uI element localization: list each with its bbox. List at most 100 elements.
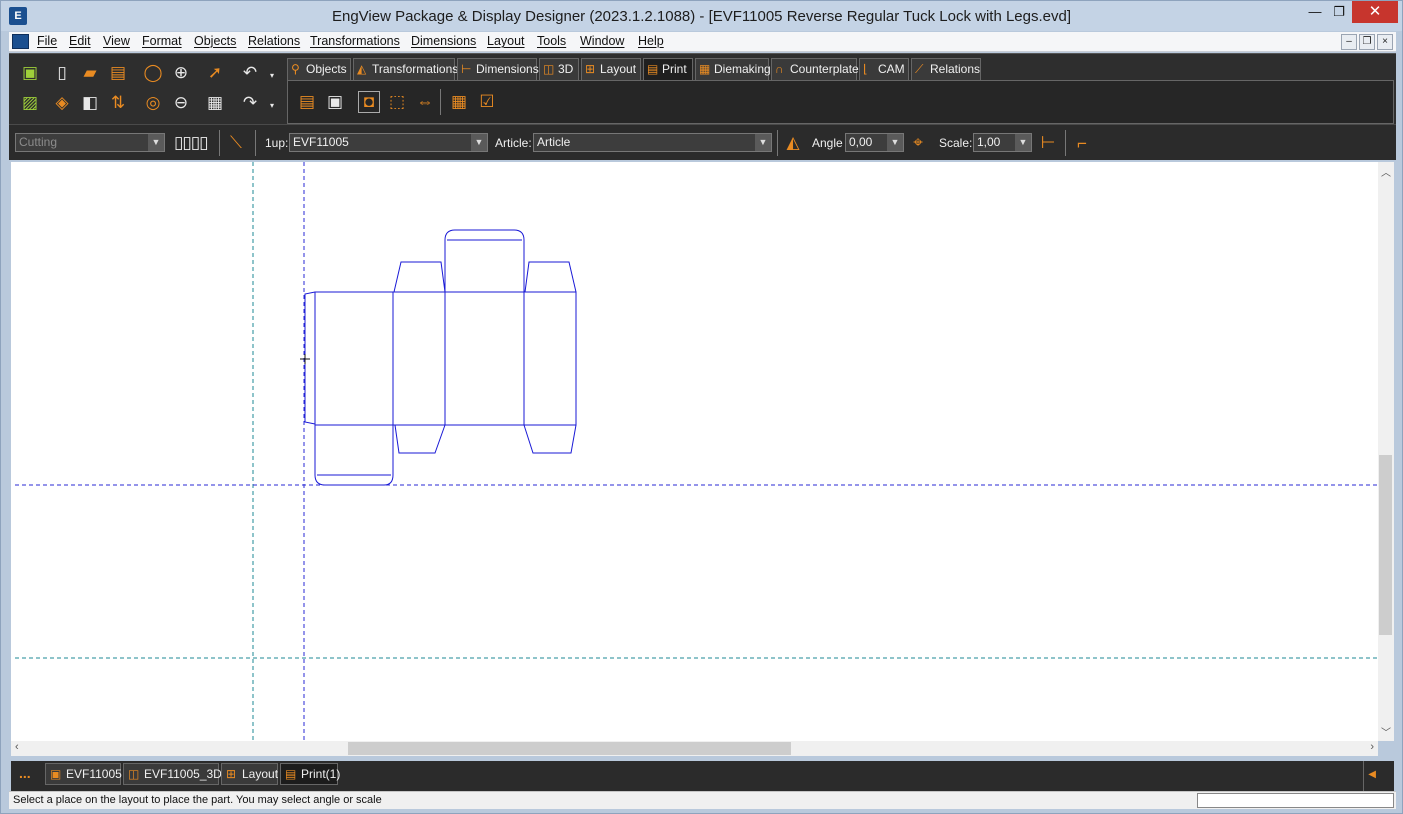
oneup-combo[interactable]: EVF11005 ▼	[289, 133, 488, 152]
print-save-icon[interactable]: ▣	[324, 91, 346, 113]
dimensions-icon: ⊢	[461, 62, 472, 76]
top-dust-flap	[393, 261, 446, 293]
doc-tab-print[interactable]: ▤ Print(1)	[280, 763, 341, 785]
zoom-in-icon[interactable]: ⊕	[170, 62, 192, 84]
tab-objects[interactable]: ⚲ Objects	[287, 58, 351, 80]
scroll-right-icon[interactable]: ›	[1370, 741, 1374, 753]
new-design-icon[interactable]: ▣	[19, 62, 41, 84]
chevron-down-icon[interactable]: ▼	[471, 134, 487, 151]
menu-view[interactable]: View	[103, 34, 130, 48]
tab-counterplate[interactable]: ∩ Counterplate	[771, 58, 859, 80]
doc-tab-label: EVF11005_3D	[144, 767, 222, 781]
angle-mirror-icon[interactable]: ◭	[782, 132, 804, 154]
doc-tab-label: Print(1)	[301, 767, 341, 781]
diemaking-icon: ▦	[699, 62, 711, 76]
vertical-scroll-thumb[interactable]	[1379, 455, 1392, 635]
tab-layout[interactable]: ⊞ Layout	[581, 58, 641, 80]
maximize-button[interactable]: ❐	[1325, 1, 1353, 23]
material-icon[interactable]: ◈	[51, 92, 73, 114]
new-file-icon[interactable]: ▯	[51, 62, 73, 84]
more-documents-button[interactable]: ...	[19, 765, 31, 781]
chevron-down-icon[interactable]: ▼	[148, 134, 164, 151]
preview-icon[interactable]: ◧	[79, 92, 101, 114]
chevron-down-icon[interactable]: ▼	[755, 134, 771, 151]
counterplate-icon: ∩	[775, 62, 784, 76]
mode-combo[interactable]: Cutting ▼	[15, 133, 165, 152]
undo-icon[interactable]: ↶	[239, 62, 261, 84]
horizontal-scroll-thumb[interactable]	[348, 742, 791, 755]
save-icon[interactable]: ▤	[107, 62, 129, 84]
doc-bar-separator	[1363, 761, 1364, 791]
menu-edit[interactable]: Edit	[69, 34, 91, 48]
scroll-up-icon[interactable]: ︿	[1381, 164, 1391, 179]
zoom-out-icon[interactable]: ⊖	[170, 92, 192, 114]
grid-icon[interactable]: ▦	[204, 92, 226, 114]
horizontal-scrollbar[interactable]: ‹ ›	[11, 741, 1378, 756]
document-icon[interactable]	[12, 34, 29, 49]
place-part-icon[interactable]: ◘	[358, 91, 380, 113]
origin-icon[interactable]: ⌐	[1071, 133, 1093, 155]
zoom-fit-icon[interactable]: ◎	[142, 92, 164, 114]
open-folder-icon[interactable]: ▰	[79, 62, 101, 84]
fit-width-icon[interactable]: ⊢	[1037, 132, 1059, 154]
flip-icon[interactable]: ⇔	[414, 91, 436, 113]
menu-help[interactable]: Help	[638, 34, 664, 48]
undo-dropdown-icon[interactable]: ▾	[261, 64, 283, 86]
collapse-panel-icon[interactable]: ◀	[1368, 769, 1376, 780]
mdi-restore-button[interactable]: ❐	[1359, 34, 1375, 50]
pick-point-icon[interactable]: ⟍	[225, 132, 247, 154]
rotate-center-icon[interactable]: ⌖	[907, 132, 929, 154]
refresh-icon[interactable]: ⇅	[107, 92, 129, 114]
doc-tab-evf11005-3d[interactable]: ◫ EVF11005_3D	[123, 763, 222, 785]
tab-print[interactable]: ▤ Print	[643, 58, 693, 80]
drawing-canvas[interactable]	[11, 162, 1378, 741]
angle-combo[interactable]: 0,00 ▼	[845, 133, 904, 152]
menu-layout[interactable]: Layout	[487, 34, 525, 48]
doc-tab-evf11005[interactable]: ▣ EVF11005	[45, 763, 122, 785]
table-icon[interactable]: ▦	[448, 91, 470, 113]
chevron-down-icon[interactable]: ▼	[1015, 134, 1031, 151]
app-window: E EngView Package & Display Designer (20…	[0, 0, 1403, 814]
scroll-left-icon[interactable]: ‹	[15, 741, 19, 753]
tab-cam[interactable]: ⌊ CAM	[859, 58, 909, 80]
mdi-minimize-button[interactable]: –	[1341, 34, 1357, 50]
tab-transformations-label: Transformations	[372, 62, 459, 76]
check-icon[interactable]: ☑	[476, 91, 498, 113]
doc-tab-layout[interactable]: ⊞ Layout	[221, 763, 278, 785]
tab-dimensions[interactable]: ⊢ Dimensions	[457, 58, 539, 80]
options-separator	[777, 130, 778, 156]
window-title: EngView Package & Display Designer (2023…	[331, 8, 1071, 25]
tab-3d-label: 3D	[558, 62, 574, 76]
bottom-dust-flap	[523, 424, 577, 454]
tab-relations[interactable]: ⟋ Relations	[911, 58, 981, 80]
cam-icon: ⌊	[863, 62, 868, 76]
menu-transformations[interactable]: Transformations	[310, 34, 400, 48]
menu-tools[interactable]: Tools	[537, 34, 566, 48]
vertical-scrollbar[interactable]: ︿ ﹀	[1378, 162, 1394, 741]
tab-diemaking[interactable]: ▦ Diemaking	[695, 58, 771, 80]
print-setup-icon[interactable]: ▤	[296, 91, 318, 113]
zoom-icon[interactable]: ◯	[142, 62, 164, 84]
mdi-close-button[interactable]: ×	[1377, 34, 1393, 50]
redo-dropdown-icon[interactable]: ▾	[261, 94, 283, 116]
select-pointer-icon[interactable]: ➚	[204, 62, 226, 84]
tab-transformations[interactable]: ◭ Transformations	[353, 58, 459, 80]
article-label: Article:	[495, 136, 532, 150]
close-button[interactable]: ✕	[1352, 1, 1398, 23]
menu-format[interactable]: Format	[142, 34, 182, 48]
tab-3d[interactable]: ◫ 3D	[539, 58, 579, 80]
layout-columns-icon[interactable]: ▯▯▯▯	[174, 133, 208, 153]
scroll-down-icon[interactable]: ﹀	[1381, 724, 1391, 739]
select-area-icon[interactable]: ⬚	[386, 91, 408, 113]
menu-relations[interactable]: Relations	[248, 34, 300, 48]
scale-combo[interactable]: 1,00 ▼	[973, 133, 1032, 152]
menu-window[interactable]: Window	[580, 34, 624, 48]
chevron-down-icon[interactable]: ▼	[887, 134, 903, 151]
redo-icon[interactable]: ↷	[239, 92, 261, 114]
menu-file[interactable]: File	[37, 34, 57, 48]
bottom-dust-flap	[394, 424, 446, 454]
edit-design-icon[interactable]: ▨	[19, 92, 41, 114]
menu-objects[interactable]: Objects	[194, 34, 236, 48]
article-combo[interactable]: Article ▼	[533, 133, 772, 152]
menu-dimensions[interactable]: Dimensions	[411, 34, 476, 48]
